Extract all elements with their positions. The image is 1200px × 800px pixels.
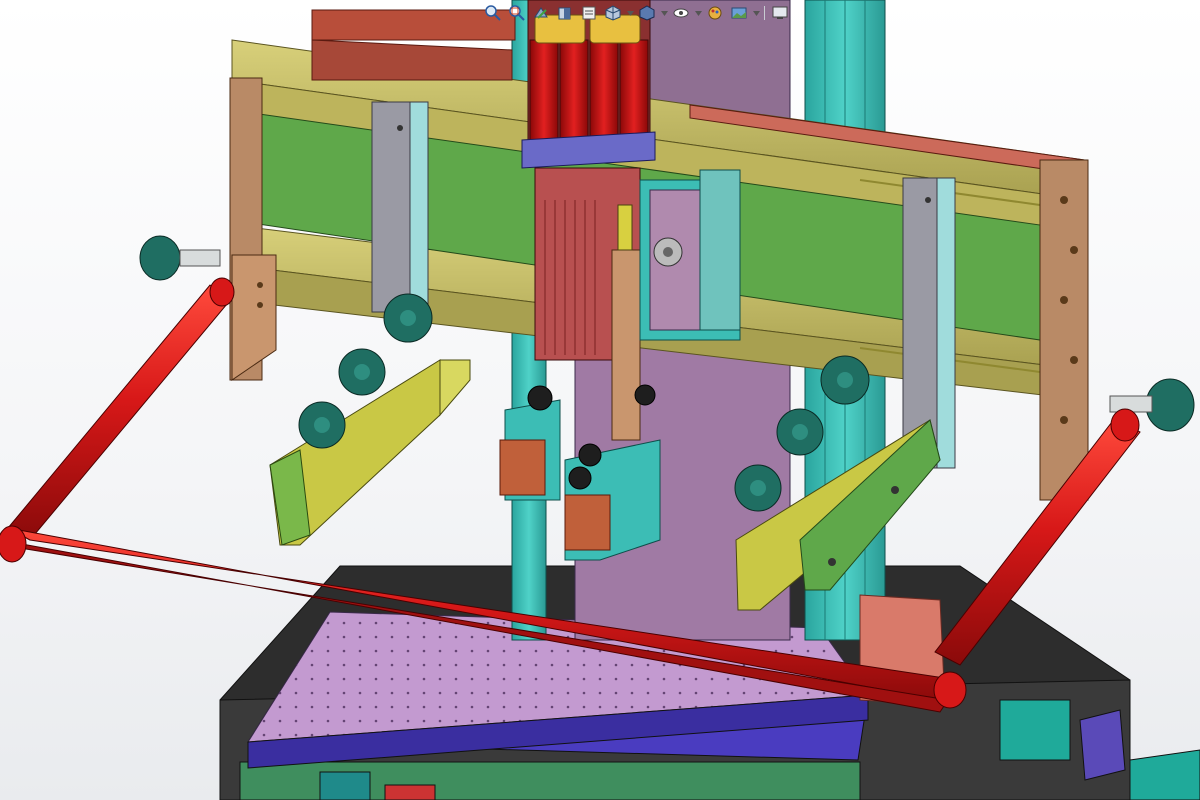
dynamic-annotation-icon[interactable] xyxy=(578,2,600,24)
display-style-icon[interactable] xyxy=(636,2,658,24)
left-upright xyxy=(371,101,429,313)
previous-view-icon[interactable] xyxy=(530,2,552,24)
chevron-down-icon[interactable] xyxy=(660,2,668,24)
zoom-to-area-icon[interactable] xyxy=(506,2,528,24)
heads-up-view-toolbar xyxy=(482,2,791,24)
view-orientation-icon[interactable] xyxy=(602,2,624,24)
knob-icon[interactable] xyxy=(634,384,656,406)
toolbar-divider xyxy=(764,6,765,20)
edit-appearance-icon[interactable] xyxy=(704,2,726,24)
gripper-head-left[interactable] xyxy=(499,385,561,501)
hide-show-items-icon[interactable] xyxy=(670,2,692,24)
knob-icon[interactable] xyxy=(527,385,553,411)
chevron-down-icon[interactable] xyxy=(694,2,702,24)
section-view-icon[interactable] xyxy=(554,2,576,24)
star-knob-icon[interactable] xyxy=(338,348,386,396)
cad-3d-viewport[interactable] xyxy=(0,0,1200,800)
star-knob-icon[interactable] xyxy=(820,355,870,405)
star-knob-icon[interactable] xyxy=(776,408,824,456)
chevron-down-icon[interactable] xyxy=(626,2,634,24)
apply-scene-icon[interactable] xyxy=(728,2,750,24)
knob-icon[interactable] xyxy=(568,466,592,490)
star-knob-icon[interactable] xyxy=(734,464,782,512)
right-side-bracket xyxy=(1039,159,1089,501)
knob-icon[interactable] xyxy=(578,443,602,467)
chevron-down-icon[interactable] xyxy=(752,2,760,24)
star-knob-icon[interactable] xyxy=(298,401,346,449)
view-settings-icon[interactable] xyxy=(769,2,791,24)
zoom-to-fit-icon[interactable] xyxy=(482,2,504,24)
star-knob-icon[interactable] xyxy=(383,293,433,343)
left-adjust-knob-icon[interactable] xyxy=(139,235,221,281)
